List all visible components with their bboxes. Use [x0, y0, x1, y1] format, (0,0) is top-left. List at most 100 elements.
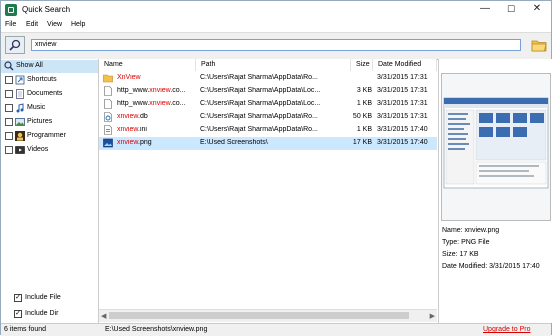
menu-bar: File Edit View Help [1, 20, 551, 32]
window-title: Quick Search [22, 5, 71, 14]
table-row[interactable]: xnview.png E:\Used Screenshots\ 17 KB 3/… [99, 137, 437, 150]
file-path: C:\Users\Rajat Sharma\AppData\Loc... [200, 87, 321, 94]
file-size: 17 KB [352, 139, 372, 146]
category-label: Music [27, 104, 46, 111]
music-icon [15, 103, 25, 113]
file-name: XnView [117, 74, 141, 81]
preview-panel: Name: xnview.png Type: PNG File Size: 17… [438, 59, 552, 323]
file-path: C:\Users\Rajat Sharma\AppData\Ro... [200, 126, 318, 133]
scroll-left-icon[interactable]: ◀ [101, 312, 106, 320]
document-icon [15, 89, 25, 99]
shortcut-icon [15, 75, 25, 85]
checkbox[interactable] [5, 118, 13, 126]
minimize-button[interactable]: — [472, 1, 498, 18]
include-dir-checkbox[interactable]: ✓ [14, 310, 22, 318]
upgrade-link[interactable]: Upgrade to Pro [483, 326, 530, 333]
preview-thumbnail [441, 73, 551, 221]
column-header-date[interactable]: Date Modified [373, 59, 437, 71]
search-icon[interactable] [5, 36, 25, 54]
table-row[interactable]: xnview.ini C:\Users\Rajat Sharma\AppData… [99, 124, 437, 137]
app-icon [5, 4, 17, 16]
selected-path: E:\Used Screenshots\xnview.png [105, 326, 208, 333]
menu-view[interactable]: View [47, 21, 62, 28]
search-all-icon [4, 61, 14, 71]
file-date: 3/31/2015 17:31 [377, 87, 428, 94]
app-window: Quick Search — ☐ ✕ File Edit View Help x… [0, 0, 552, 336]
category-panel: Show All Shortcuts Documents Music Pictu… [1, 59, 99, 323]
category-label: Shortcuts [27, 76, 57, 83]
file-name: http_www.xnview.co... [117, 100, 186, 107]
title-bar: Quick Search — ☐ ✕ [1, 1, 551, 19]
file-date: 3/31/2015 17:31 [377, 113, 428, 120]
preview-size: Size: 17 KB [442, 251, 479, 258]
table-row[interactable]: XnView C:\Users\Rajat Sharma\AppData\Ro.… [99, 72, 437, 85]
checkbox[interactable] [5, 90, 13, 98]
menu-edit[interactable]: Edit [26, 21, 38, 28]
file-name: xnview.ini [117, 126, 147, 133]
column-header-path[interactable]: Path [196, 59, 351, 71]
item-count: 6 items found [4, 326, 47, 333]
file-path: C:\Users\Rajat Sharma\AppData\Ro... [200, 113, 318, 120]
file-size: 50 KB [352, 113, 372, 120]
file-path: E:\Used Screenshots\ [200, 139, 268, 146]
image-icon [103, 138, 113, 148]
search-input[interactable]: xnview [31, 39, 521, 51]
category-label: Programmer [27, 132, 66, 139]
preview-name: Name: xnview.png [442, 227, 500, 234]
programmer-icon [15, 131, 25, 141]
include-dir-label: Include Dir [25, 310, 59, 317]
category-pictures[interactable]: Pictures [1, 116, 98, 129]
file-path: C:\Users\Rajat Sharma\AppData\Loc... [200, 100, 321, 107]
category-label: Documents [27, 90, 63, 97]
category-videos[interactable]: Videos [1, 144, 98, 157]
file-path: C:\Users\Rajat Sharma\AppData\Ro... [200, 74, 318, 81]
include-file-label: Include File [25, 294, 61, 301]
scrollbar-thumb[interactable] [109, 312, 409, 319]
checkbox[interactable] [5, 132, 13, 140]
file-date: 3/31/2015 17:40 [377, 139, 428, 146]
column-header-size[interactable]: Size [351, 59, 373, 71]
file-size: 1 KB [356, 100, 372, 107]
picture-icon [15, 117, 25, 127]
file-date: 3/31/2015 17:31 [377, 100, 428, 107]
table-row[interactable]: http_www.xnview.co... C:\Users\Rajat Sha… [99, 85, 437, 98]
category-show-all[interactable]: Show All [1, 60, 98, 73]
preview-type: Type: PNG File [442, 239, 490, 246]
maximize-button[interactable]: ☐ [498, 1, 524, 18]
file-name: xnview.png [117, 139, 152, 146]
category-programmer[interactable]: Programmer [1, 130, 98, 143]
horizontal-scrollbar[interactable]: ◀ ▶ [99, 309, 437, 322]
table-row[interactable]: xnview.db C:\Users\Rajat Sharma\AppData\… [99, 111, 437, 124]
scroll-right-icon[interactable]: ▶ [430, 312, 435, 320]
column-header-name[interactable]: Name [99, 59, 196, 71]
video-icon [15, 145, 25, 155]
preview-date: Date Modified: 3/31/2015 17:40 [442, 263, 540, 270]
include-file-checkbox[interactable]: ✓ [14, 294, 22, 302]
category-label: Show All [16, 62, 43, 69]
db-icon [103, 112, 112, 122]
category-documents[interactable]: Documents [1, 88, 98, 101]
search-bar: xnview [1, 32, 551, 60]
file-date: 3/31/2015 17:40 [377, 126, 428, 133]
category-label: Pictures [27, 118, 53, 125]
results-list: Name Path Size Date Modified XnView C:\U… [99, 59, 437, 323]
category-shortcuts[interactable]: Shortcuts [1, 74, 98, 87]
browse-folder-icon[interactable] [531, 37, 547, 53]
category-music[interactable]: Music [1, 102, 98, 115]
menu-file[interactable]: File [5, 21, 16, 28]
file-size: 3 KB [356, 87, 372, 94]
menu-help[interactable]: Help [71, 21, 85, 28]
status-bar: 6 items found E:\Used Screenshots\xnview… [1, 323, 551, 336]
file-icon [103, 99, 112, 109]
folder-icon [103, 73, 113, 83]
checkbox[interactable] [5, 76, 13, 84]
checkbox[interactable] [5, 146, 13, 154]
file-name: xnview.db [117, 113, 148, 120]
file-icon [103, 86, 112, 96]
category-label: Videos [27, 146, 49, 153]
close-button[interactable]: ✕ [524, 1, 550, 18]
checkbox[interactable] [5, 104, 13, 112]
table-row[interactable]: http_www.xnview.co... C:\Users\Rajat Sha… [99, 98, 437, 111]
ini-icon [103, 125, 112, 135]
file-date: 3/31/2015 17:31 [377, 74, 428, 81]
